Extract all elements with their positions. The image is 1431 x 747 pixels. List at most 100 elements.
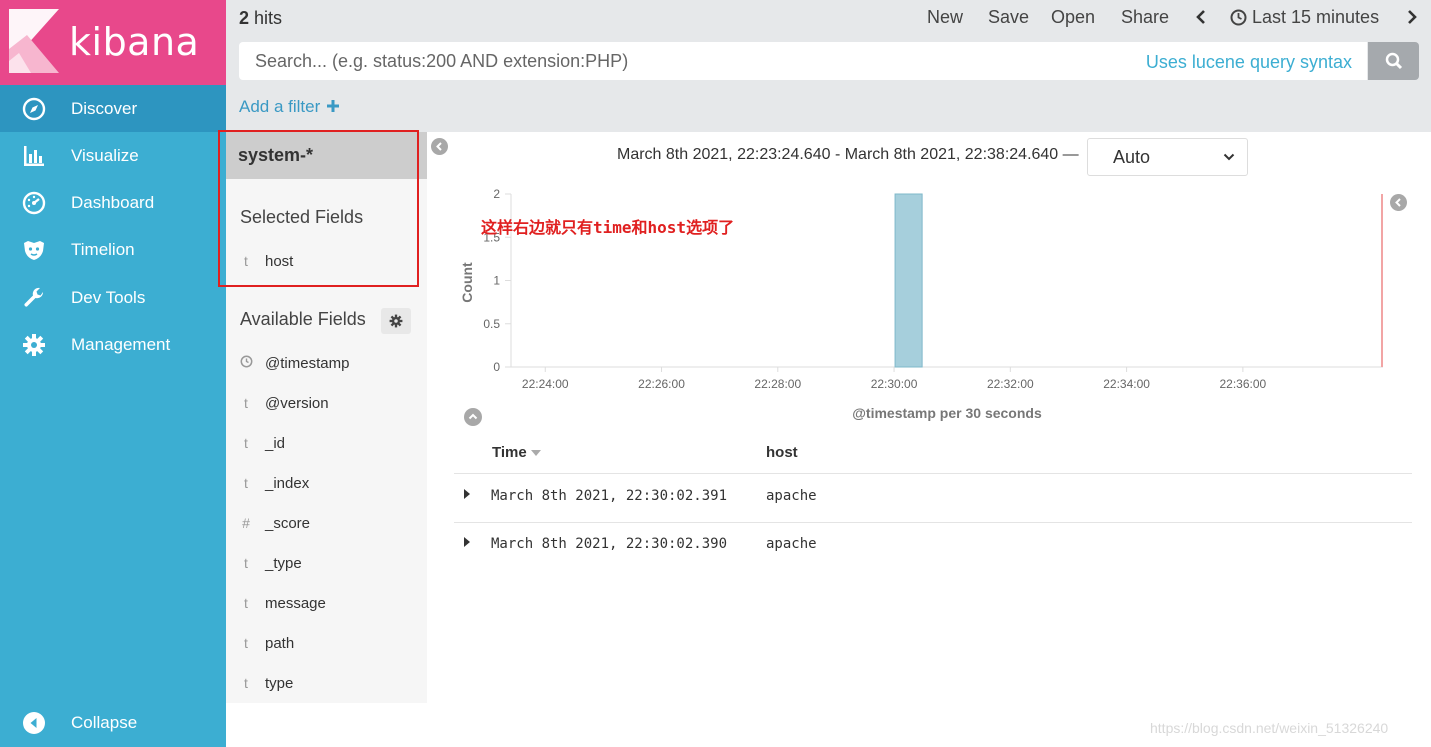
table-divider [454, 473, 1412, 474]
field-name: _type [265, 554, 302, 572]
gauge-icon [22, 191, 46, 215]
plus-icon [327, 100, 339, 112]
wrench-icon [22, 286, 46, 310]
search-box: Uses lucene query syntax [239, 42, 1367, 80]
string-type-icon: t [244, 595, 248, 611]
available-field[interactable]: t _index [226, 468, 427, 498]
caret-right-icon[interactable] [464, 537, 470, 547]
collapse-label: Collapse [71, 712, 138, 732]
chevron-left-icon [1196, 10, 1205, 24]
string-type-icon: t [244, 475, 248, 491]
available-field[interactable]: t _type [226, 548, 427, 578]
nav-dev-tools[interactable]: Dev Tools [0, 274, 226, 321]
kibana-logo[interactable]: kibana [0, 0, 226, 85]
field-settings-button[interactable] [381, 308, 411, 334]
time-prev-button[interactable] [1195, 9, 1206, 30]
nav-timelion[interactable]: Timelion [0, 226, 226, 273]
x-tick-label: 22:30:00 [871, 377, 918, 391]
bar-chart-icon [22, 144, 46, 168]
annotation-text: 这样右边就只有time和host选项了 [481, 218, 735, 237]
clock-type-icon [227, 355, 265, 371]
lucene-syntax-link[interactable]: Uses lucene query syntax [1146, 52, 1352, 73]
row-time: March 8th 2021, 22:30:02.391 [491, 488, 728, 504]
open-button[interactable]: Open [1051, 7, 1095, 28]
field-name: _index [265, 474, 310, 492]
gear-icon [389, 314, 403, 328]
gear-icon [22, 333, 46, 357]
collapse-chart-button[interactable] [464, 408, 482, 426]
available-field[interactable]: t _id [226, 428, 427, 458]
nav-label: Dashboard [71, 192, 155, 212]
interval-select[interactable]: Auto [1087, 138, 1248, 176]
collapse-button[interactable]: Collapse [0, 699, 226, 746]
table-row[interactable]: March 8th 2021, 22:30:02.391 apache [454, 475, 1412, 522]
available-fields-title: Available Fields [240, 309, 366, 329]
nav-visualize[interactable]: Visualize [0, 132, 226, 179]
chevron-down-icon [1223, 153, 1235, 161]
field-name: message [265, 594, 326, 612]
new-button[interactable]: New [927, 7, 963, 28]
nav-label: Dev Tools [71, 287, 146, 307]
available-field[interactable]: t type [226, 668, 427, 698]
nav-dashboard[interactable]: Dashboard [0, 179, 226, 226]
x-tick-label: 22:36:00 [1220, 377, 1267, 391]
available-field[interactable]: t path [226, 628, 427, 658]
y-axis-label: Count [459, 262, 475, 303]
x-tick-label: 22:26:00 [638, 377, 685, 391]
share-button[interactable]: Share [1121, 7, 1169, 28]
save-button[interactable]: Save [988, 7, 1029, 28]
available-field[interactable]: t @version [226, 388, 427, 418]
nav-label: Management [71, 334, 171, 354]
x-tick-label: 22:28:00 [754, 377, 801, 391]
timelion-icon [22, 238, 46, 262]
clock-icon [1230, 9, 1247, 26]
available-field[interactable]: @timestamp [226, 348, 427, 378]
column-header-host[interactable]: host [766, 444, 798, 461]
search-button[interactable] [1368, 42, 1419, 80]
collapse-left-icon [22, 711, 46, 735]
y-tick-label: 1 [493, 274, 500, 288]
y-tick-label: 2 [493, 187, 500, 201]
histogram-bar [894, 193, 923, 368]
row-time: March 8th 2021, 22:30:02.390 [491, 536, 728, 552]
time-picker-button[interactable]: Last 15 minutes [1230, 7, 1379, 28]
string-type-icon: t [244, 395, 248, 411]
nav-management[interactable]: Management [0, 321, 226, 368]
search-icon [1385, 52, 1402, 70]
row-host: apache [766, 488, 817, 504]
number-type-icon: # [242, 515, 250, 531]
field-name: path [265, 634, 295, 652]
nav-discover[interactable]: Discover [0, 85, 226, 132]
chevron-left-icon [1395, 198, 1401, 207]
available-field[interactable]: t message [226, 588, 427, 618]
annotation-highlight-box [218, 130, 419, 287]
string-type-icon: t [244, 555, 248, 571]
search-input[interactable] [255, 51, 1115, 72]
collapse-sidebar-button[interactable] [431, 138, 448, 155]
watermark: https://blog.csdn.net/weixin_51326240 [1150, 720, 1389, 736]
nav-label: Visualize [71, 145, 139, 165]
nav-label: Discover [71, 98, 138, 118]
caret-right-icon[interactable] [464, 489, 470, 499]
row-host: apache [766, 536, 817, 552]
string-type-icon: t [244, 675, 248, 691]
collapse-chart-right-button[interactable] [1390, 194, 1407, 211]
chevron-right-icon [1408, 10, 1417, 24]
column-header-time[interactable]: Time [492, 444, 541, 461]
sidebar: kibana Discover Visualize Dashboard Time… [0, 0, 226, 747]
hits-count: 2 hits [239, 8, 283, 28]
add-filter-link[interactable]: Add a filter [239, 97, 339, 117]
table-row[interactable]: March 8th 2021, 22:30:02.390 apache [454, 523, 1412, 570]
field-name: type [265, 674, 294, 692]
time-range-label: March 8th 2021, 22:23:24.640 - March 8th… [617, 146, 1079, 163]
nav-label: Timelion [71, 239, 135, 259]
field-name: _score [265, 514, 311, 532]
kibana-logo-icon [9, 9, 59, 73]
chevron-up-icon [468, 413, 478, 420]
time-next-button[interactable] [1407, 9, 1418, 30]
string-type-icon: t [244, 435, 248, 451]
field-name: @timestamp [265, 354, 350, 372]
x-tick-label: 22:34:00 [1103, 377, 1150, 391]
y-tick-label: 0 [493, 360, 500, 374]
available-field[interactable]: # _score [226, 508, 427, 538]
